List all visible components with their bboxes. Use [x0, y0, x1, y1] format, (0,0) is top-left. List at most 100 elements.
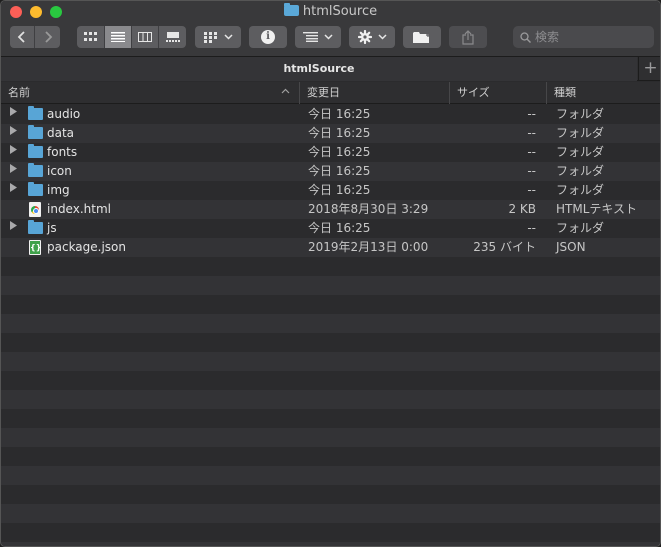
file-kind: フォルダ: [556, 221, 605, 235]
arrange-button[interactable]: [295, 26, 341, 48]
empty-row: [1, 371, 660, 390]
empty-row: [1, 257, 660, 276]
list-view-button[interactable]: [105, 26, 132, 48]
column-view-button[interactable]: [132, 26, 159, 48]
file-row[interactable]: img 今日 16:25 -- フォルダ: [1, 181, 660, 200]
share-button[interactable]: [449, 26, 487, 48]
gallery-view-button[interactable]: [159, 26, 186, 48]
folder-icon: [28, 220, 43, 234]
file-name: data: [47, 126, 75, 140]
file-kind: JSON: [556, 240, 586, 254]
sort-chevron-up-icon: [281, 88, 290, 94]
column-kind-label: 種類: [554, 86, 576, 99]
column-name-header[interactable]: 名前: [1, 82, 299, 104]
chevron-down-icon: [324, 34, 333, 40]
gallery-icon: [165, 32, 180, 42]
disclosure-triangle-icon[interactable]: [10, 181, 18, 200]
window-title: htmlSource: [1, 3, 660, 20]
file-date: 2019年2月13日 0:00: [308, 240, 429, 254]
search-icon: [520, 31, 531, 43]
arrange-list-icon: [303, 32, 318, 42]
file-name: js: [47, 221, 57, 235]
file-name: package.json: [47, 240, 127, 254]
empty-row: [1, 428, 660, 447]
empty-row: [1, 542, 660, 546]
file-date: 今日 16:25: [308, 126, 371, 140]
file-row[interactable]: icon 今日 16:25 -- フォルダ: [1, 162, 660, 181]
empty-row: [1, 276, 660, 295]
empty-row: [1, 390, 660, 409]
file-size: --: [527, 221, 536, 235]
search-field[interactable]: [513, 26, 654, 48]
file-kind: HTMLテキスト: [556, 202, 638, 216]
list-icon: [111, 32, 125, 42]
html-file-icon: [29, 202, 41, 217]
file-list: audio 今日 16:25 -- フォルダ data 今日 16:25 -- フォルダ fon…: [1, 105, 660, 546]
group-grid-icon: [203, 31, 217, 43]
file-date: 今日 16:25: [308, 164, 371, 178]
json-file-icon: {}: [29, 240, 41, 255]
columns-icon: [138, 32, 152, 42]
folder-icon: [283, 3, 299, 16]
file-row[interactable]: data 今日 16:25 -- フォルダ: [1, 124, 660, 143]
empty-row: [1, 447, 660, 466]
file-size: 2 KB: [508, 202, 536, 216]
file-row[interactable]: index.html 2018年8月30日 3:29 2 KB HTMLテキスト: [1, 200, 660, 219]
disclosure-triangle-icon[interactable]: [10, 105, 18, 124]
icon-view-button[interactable]: [77, 26, 105, 48]
column-date-header[interactable]: 変更日: [299, 82, 449, 104]
empty-row: [1, 504, 660, 523]
folder-icon: [28, 125, 43, 139]
window-title-text: htmlSource: [302, 4, 378, 19]
disclosure-triangle-icon[interactable]: [10, 143, 18, 162]
file-name: fonts: [47, 145, 78, 159]
file-kind: フォルダ: [556, 145, 605, 159]
empty-row: [1, 409, 660, 428]
nav-buttons: [10, 26, 60, 48]
chevron-down-icon: [377, 34, 387, 40]
column-size-header[interactable]: サイズ: [449, 82, 546, 104]
disclosure-triangle-icon[interactable]: [10, 162, 18, 181]
title-toolbar: htmlSource i 検索: [1, 1, 660, 56]
folder-icon: [28, 182, 43, 196]
file-size: --: [527, 107, 536, 121]
tab-htmlsource[interactable]: htmlSource: [1, 57, 637, 81]
file-row[interactable]: js 今日 16:25 -- フォルダ: [1, 219, 660, 238]
file-name: index.html: [47, 202, 111, 216]
column-kind-header[interactable]: 種類: [546, 82, 660, 104]
empty-row: [1, 352, 660, 371]
empty-row: [1, 466, 660, 485]
file-kind: フォルダ: [556, 126, 605, 140]
empty-row: [1, 295, 660, 314]
finder-window: htmlSource i 検索 htmlSource + 名前 変更日 サイズ …: [0, 0, 661, 547]
action-button[interactable]: [349, 26, 395, 48]
get-info-button[interactable]: i: [249, 26, 287, 48]
column-header: 名前 変更日 サイズ 種類: [1, 82, 660, 104]
file-size: --: [527, 126, 536, 140]
grid-icon: [83, 32, 97, 41]
file-size: --: [527, 183, 536, 197]
forward-button[interactable]: [35, 26, 60, 48]
group-by-button[interactable]: [195, 26, 241, 48]
file-size: 235 バイト: [473, 240, 536, 254]
file-row[interactable]: fonts 今日 16:25 -- フォルダ: [1, 143, 660, 162]
new-folder-button[interactable]: [403, 26, 441, 48]
file-row[interactable]: audio 今日 16:25 -- フォルダ: [1, 105, 660, 124]
column-date-label: 変更日: [307, 86, 340, 99]
back-button[interactable]: [10, 26, 35, 48]
new-folder-icon: [413, 32, 430, 43]
empty-row: [1, 314, 660, 333]
search-input[interactable]: [535, 30, 645, 44]
tab-bar: htmlSource +: [1, 56, 660, 81]
gear-icon: [357, 30, 372, 44]
folder-icon: [28, 144, 43, 158]
disclosure-triangle-icon[interactable]: [10, 124, 18, 143]
file-date: 今日 16:25: [308, 107, 371, 121]
new-tab-button[interactable]: +: [638, 57, 660, 81]
column-size-label: サイズ: [457, 86, 490, 99]
file-date: 今日 16:25: [308, 221, 371, 235]
disclosure-triangle-icon[interactable]: [10, 219, 18, 238]
file-date: 今日 16:25: [308, 145, 371, 159]
file-row[interactable]: {} package.json 2019年2月13日 0:00 235 バイト JSON: [1, 238, 660, 257]
empty-row: [1, 485, 660, 504]
